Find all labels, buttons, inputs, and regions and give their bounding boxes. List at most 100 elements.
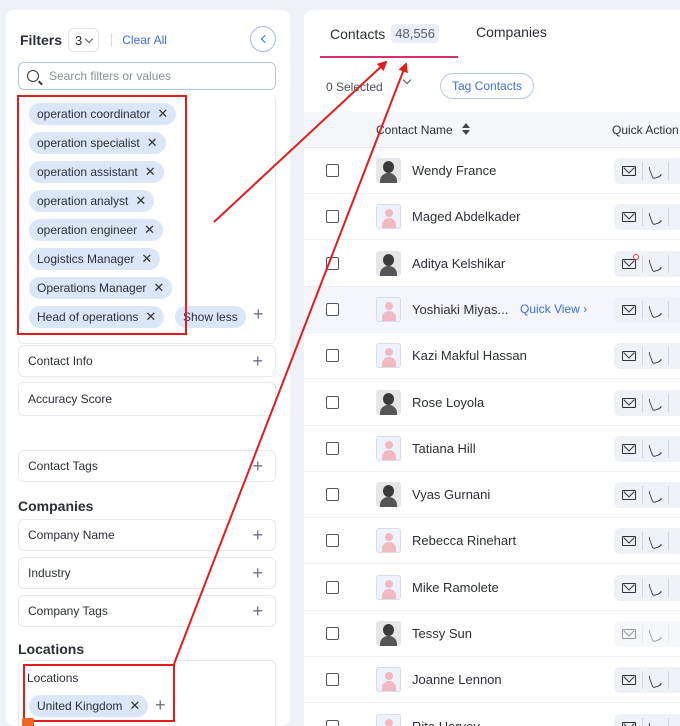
mail-icon[interactable]: [622, 629, 636, 639]
tab-companies[interactable]: Companies: [476, 24, 547, 40]
table-row[interactable]: Joanne Lennon: [304, 657, 680, 704]
section-label: Industry: [28, 566, 71, 580]
table-row[interactable]: Rose Loyola: [304, 380, 680, 426]
quick-view-link[interactable]: Quick View ›: [520, 302, 587, 316]
mail-icon[interactable]: [622, 253, 639, 269]
phone-icon[interactable]: [647, 393, 665, 412]
avatar: [376, 204, 401, 230]
column-header-quick-action: Quick Action: [612, 123, 679, 137]
phone-icon[interactable]: [647, 347, 665, 365]
plus-icon[interactable]: +: [252, 351, 263, 372]
plus-icon[interactable]: +: [252, 525, 263, 546]
table-row[interactable]: Rita Harvey: [304, 704, 680, 726]
phone-icon[interactable]: [647, 162, 665, 180]
mail-icon[interactable]: [622, 490, 636, 501]
plus-icon[interactable]: +: [252, 563, 263, 584]
industry-section[interactable]: Industry +: [18, 557, 276, 589]
contact-name[interactable]: Mike Ramolete: [412, 580, 499, 595]
contact-name[interactable]: Aditya Kelshikar: [412, 256, 505, 271]
mail-icon[interactable]: [622, 166, 636, 176]
tab-contacts[interactable]: Contacts 48,556: [330, 24, 440, 43]
table-row[interactable]: Wendy France: [304, 148, 680, 194]
filters-header: Filters 3 Clear All: [20, 28, 167, 52]
annotation-box-locations: [23, 664, 175, 722]
phone-icon[interactable]: [647, 671, 665, 689]
phone-icon[interactable]: [647, 208, 665, 226]
contact-name[interactable]: Vyas Gurnani: [412, 487, 490, 502]
contact-tags-section[interactable]: Contact Tags +: [18, 450, 276, 482]
plus-icon[interactable]: +: [252, 456, 263, 477]
row-checkbox[interactable]: [326, 580, 339, 594]
row-checkbox[interactable]: [326, 395, 339, 409]
plus-icon[interactable]: +: [253, 304, 264, 325]
divider: [642, 393, 643, 412]
column-header-contact-name[interactable]: Contact Name: [376, 123, 453, 137]
contact-name[interactable]: Kazi Makful Hassan: [412, 348, 527, 363]
filter-search[interactable]: [18, 62, 276, 90]
mail-icon[interactable]: [622, 212, 636, 223]
company-tags-section[interactable]: Company Tags +: [18, 595, 276, 627]
clear-all-link[interactable]: Clear All: [111, 33, 167, 47]
mail-icon[interactable]: [622, 721, 636, 726]
divider: [642, 671, 643, 690]
contact-info-section[interactable]: Contact Info +: [18, 345, 276, 377]
mail-icon[interactable]: [622, 536, 636, 547]
phone-icon[interactable]: [647, 486, 665, 504]
row-checkbox[interactable]: [326, 349, 339, 363]
mail-icon[interactable]: [622, 443, 636, 454]
contact-name[interactable]: Tessy Sun: [412, 626, 472, 641]
contact-name[interactable]: Joanne Lennon: [412, 672, 502, 687]
row-checkbox[interactable]: [326, 164, 339, 177]
contact-name[interactable]: Tatiana Hill: [412, 441, 476, 456]
row-checkbox[interactable]: [326, 210, 339, 224]
chevron-down-icon[interactable]: [402, 75, 412, 85]
tag-contacts-button[interactable]: Tag Contacts: [440, 73, 535, 99]
table-row[interactable]: Yoshiaki Miyas... Quick View ›: [304, 286, 680, 333]
mail-icon[interactable]: [622, 675, 636, 686]
divider: [668, 254, 669, 273]
row-checkbox[interactable]: [326, 441, 339, 455]
table-row[interactable]: Aditya Kelshikar: [304, 241, 680, 287]
row-checkbox[interactable]: [326, 488, 339, 502]
row-checkbox[interactable]: [326, 719, 339, 726]
mail-icon[interactable]: [622, 397, 636, 408]
mail-icon[interactable]: [622, 304, 636, 315]
table-row[interactable]: Tatiana Hill: [304, 426, 680, 472]
phone-icon[interactable]: [647, 625, 665, 643]
contact-name[interactable]: Wendy France: [412, 163, 496, 178]
phone-icon[interactable]: [647, 301, 665, 319]
table-row[interactable]: Kazi Makful Hassan: [304, 333, 680, 380]
mail-icon[interactable]: [622, 351, 636, 362]
row-checkbox[interactable]: [326, 302, 339, 316]
sort-icon[interactable]: [462, 121, 470, 137]
phone-icon[interactable]: [647, 579, 665, 597]
table-row[interactable]: Tessy Sun: [304, 611, 680, 657]
phone-icon[interactable]: [647, 254, 665, 273]
row-checkbox[interactable]: [326, 256, 339, 270]
contact-name[interactable]: Yoshiaki Miyas...: [412, 302, 508, 317]
contact-name[interactable]: Rose Loyola: [412, 395, 484, 410]
collapse-panel-button[interactable]: [250, 26, 276, 52]
table-row[interactable]: Rebecca Rinehart: [304, 518, 680, 565]
phone-icon[interactable]: [647, 440, 665, 458]
filter-search-input[interactable]: [49, 69, 269, 83]
company-name-section[interactable]: Company Name +: [18, 519, 276, 551]
table-row[interactable]: Mike Ramolete: [304, 565, 680, 611]
row-checkbox[interactable]: [326, 673, 339, 687]
table-row[interactable]: Maged Abdelkader: [304, 194, 680, 241]
divider: [642, 254, 643, 273]
annotation-box-job-titles: [17, 95, 187, 335]
table-row[interactable]: Vyas Gurnani: [304, 472, 680, 519]
phone-icon[interactable]: [647, 717, 665, 726]
contact-name[interactable]: Rebecca Rinehart: [412, 533, 516, 548]
contact-name[interactable]: Maged Abdelkader: [412, 209, 520, 224]
phone-icon[interactable]: [647, 532, 665, 551]
accuracy-score-section[interactable]: Accuracy Score: [18, 382, 276, 416]
mail-icon[interactable]: [622, 582, 636, 593]
divider: [668, 300, 669, 319]
row-checkbox[interactable]: [326, 534, 339, 548]
contact-name[interactable]: Rita Harvey: [412, 719, 480, 726]
row-checkbox[interactable]: [326, 627, 339, 640]
filters-count-dropdown[interactable]: 3: [68, 28, 100, 52]
plus-icon[interactable]: +: [252, 601, 263, 622]
